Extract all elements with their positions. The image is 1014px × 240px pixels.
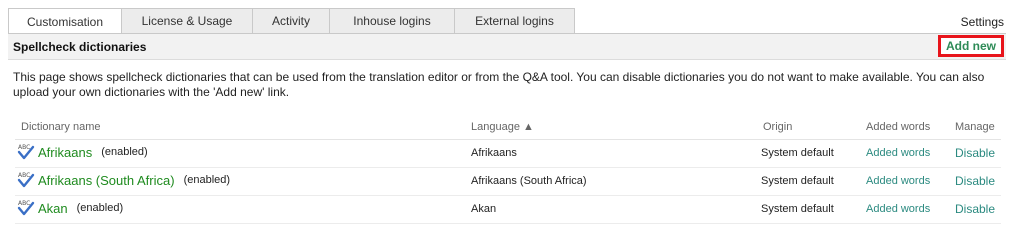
origin-cell: System default [761,175,834,187]
header-added-words: Added words [866,121,931,133]
disable-button[interactable]: Disable [955,146,995,160]
language-cell: Akan [471,203,497,215]
tab-label: Activity [271,14,310,28]
tab-inhouse-logins[interactable]: Inhouse logins [330,8,455,33]
dictionary-name-link[interactable]: Afrikaans [38,145,92,160]
tab-customisation[interactable]: Customisation [8,8,122,34]
added-words-link[interactable]: Added words [866,175,930,187]
tab-label: Inhouse logins [353,14,431,28]
svg-text:ABC: ABC [18,200,30,207]
dictionary-name-link[interactable]: Afrikaans (South Africa) [38,173,175,188]
dictionary-name-cell: ABC Afrikaans (South Africa) (enabled) [17,171,230,189]
origin-cell: System default [761,147,834,159]
header-manage: Manage [955,121,995,133]
tab-label: License & Usage [141,14,233,28]
table-header-row: Dictionary name Language ▲ Origin Added … [15,114,1001,140]
abc-spellcheck-icon: ABC [17,144,35,160]
table-row: ABC Afrikaans (South Africa) (enabled) A… [15,168,1001,196]
abc-spellcheck-icon: ABC [17,200,35,216]
abc-spellcheck-icon: ABC [17,172,35,188]
disable-button[interactable]: Disable [955,202,995,216]
dictionary-status: (enabled) [76,202,124,214]
added-words-link[interactable]: Added words [866,147,930,159]
table-row: ABC Afrikaans (enabled) Afrikaans System… [15,140,1001,168]
tab-label: Customisation [26,14,104,29]
page-description: This page shows spellcheck dictionaries … [13,70,985,99]
added-words-link[interactable]: Added words [866,203,930,215]
table-row: ABC Akan (enabled) Akan System default A… [15,196,1001,224]
dictionary-status: (enabled) [183,174,231,186]
tab-bar: Customisation License & Usage Activity I… [8,8,575,34]
dictionaries-table: Dictionary name Language ▲ Origin Added … [15,114,1001,224]
panel-header: Spellcheck dictionaries Add new [8,33,1006,60]
dictionary-name-link[interactable]: Akan [38,201,68,216]
panel-title: Spellcheck dictionaries [13,40,147,54]
language-cell: Afrikaans [471,147,517,159]
header-language[interactable]: Language ▲ [471,121,534,133]
svg-text:ABC: ABC [18,144,30,151]
language-cell: Afrikaans (South Africa) [471,175,587,187]
add-new-button[interactable]: Add new [938,35,1004,57]
svg-text:ABC: ABC [18,172,30,179]
header-dictionary-name[interactable]: Dictionary name [21,121,100,133]
dictionary-name-cell: ABC Akan (enabled) [17,199,123,217]
tab-license-usage[interactable]: License & Usage [122,8,253,33]
tab-external-logins[interactable]: External logins [455,8,575,33]
dictionary-name-cell: ABC Afrikaans (enabled) [17,143,148,161]
tab-activity[interactable]: Activity [253,8,330,33]
disable-button[interactable]: Disable [955,174,995,188]
settings-link[interactable]: Settings [961,15,1004,29]
origin-cell: System default [761,203,834,215]
header-origin[interactable]: Origin [763,121,792,133]
tab-label: External logins [475,14,554,28]
dictionary-status: (enabled) [101,146,148,158]
